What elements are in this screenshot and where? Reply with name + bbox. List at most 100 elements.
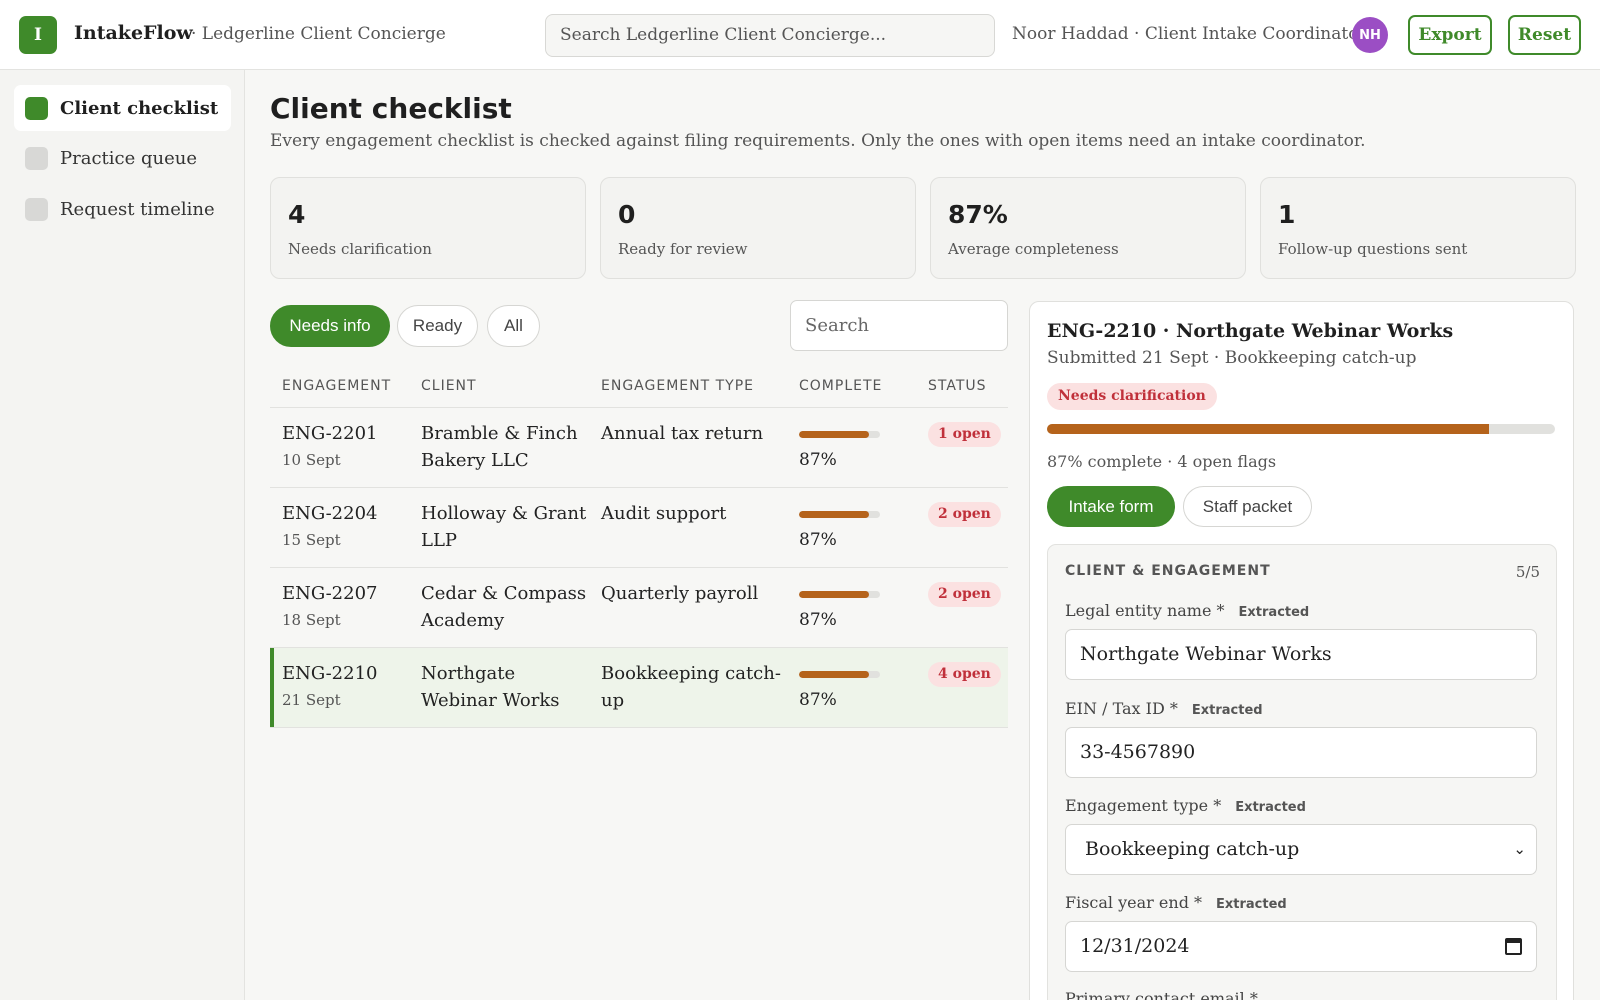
avatar[interactable]: NH xyxy=(1352,17,1388,53)
legal-entity-name-field[interactable]: Northgate Webinar Works xyxy=(1065,629,1537,680)
engagement-date: 18 Sept xyxy=(282,611,341,629)
column-header[interactable]: ENGAGEMENT xyxy=(282,378,391,394)
field-label: Fiscal year end * Extracted xyxy=(1065,893,1287,912)
column-header[interactable]: ENGAGEMENT TYPE xyxy=(601,378,754,394)
top-bar: I IntakeFlow · Ledgerline Client Concier… xyxy=(0,0,1600,70)
chevron-down-icon: ⌄ xyxy=(1513,840,1526,858)
field-label: Primary contact email * xyxy=(1065,989,1258,1000)
client-name-line2: LLP xyxy=(421,530,458,551)
filter-needs-info[interactable]: Needs info xyxy=(270,305,390,347)
table-row-selected[interactable]: ENG-2210 21 Sept Northgate Webinar Works… xyxy=(270,648,1008,728)
stat-card: 0 Ready for review xyxy=(600,177,916,279)
engagement-type-select[interactable]: Bookkeeping catch-up ⌄ xyxy=(1065,824,1537,875)
tab-staff-packet[interactable]: Staff packet xyxy=(1183,486,1312,527)
global-search-input[interactable]: Search Ledgerline Client Concierge... xyxy=(545,14,995,57)
client-name-line2: Bakery LLC xyxy=(421,450,529,471)
status-badge: 2 open xyxy=(928,582,1001,607)
engagement-type-line2: up xyxy=(601,690,625,711)
field-label-text: EIN / Tax ID * xyxy=(1065,699,1178,718)
completeness-fill xyxy=(799,431,870,438)
client-engagement-section: CLIENT & ENGAGEMENT 5/5 Legal entity nam… xyxy=(1047,544,1557,1000)
completeness-label: 87% xyxy=(799,450,837,470)
column-header[interactable]: STATUS xyxy=(928,378,987,394)
stat-label: Needs clarification xyxy=(288,240,432,258)
filter-ready[interactable]: Ready xyxy=(397,305,478,347)
client-name-line2: Webinar Works xyxy=(421,690,560,711)
column-header[interactable]: COMPLETE xyxy=(799,378,882,394)
field-label-text: Legal entity name * xyxy=(1065,601,1225,620)
completeness-bar xyxy=(799,511,880,518)
calendar-icon[interactable] xyxy=(1505,938,1522,955)
engagement-date: 21 Sept xyxy=(282,691,341,709)
field-label: Engagement type * Extracted xyxy=(1065,796,1306,815)
completeness-label: 87% xyxy=(799,690,837,710)
extracted-tag: Extracted xyxy=(1191,703,1263,718)
stat-card: 1 Follow-up questions sent xyxy=(1260,177,1576,279)
sidebar-item-label: Request timeline xyxy=(60,198,215,220)
completeness-fill xyxy=(799,511,870,518)
nav-square-icon xyxy=(25,146,48,170)
detail-panel: ENG-2210 · Northgate Webinar Works Submi… xyxy=(1029,301,1574,1000)
sidebar-item-practice-queue[interactable]: Practice queue xyxy=(14,135,231,181)
workspace-name: · Ledgerline Client Concierge xyxy=(191,24,446,44)
status-badge: 1 open xyxy=(928,422,1001,447)
stat-label: Follow-up questions sent xyxy=(1278,240,1468,258)
completeness-fill xyxy=(799,591,870,598)
engagement-date: 15 Sept xyxy=(282,531,341,549)
field-label-text: Engagement type * xyxy=(1065,796,1222,815)
table-search-input[interactable]: Search xyxy=(790,300,1008,351)
detail-subtitle: Submitted 21 Sept · Bookkeeping catch-up xyxy=(1047,348,1417,368)
nav-square-icon xyxy=(25,96,48,120)
extracted-tag: Extracted xyxy=(1238,605,1310,620)
sidebar-item-client-checklist[interactable]: Client checklist xyxy=(14,85,231,131)
select-value: Bookkeeping catch-up xyxy=(1085,838,1300,860)
app-logo: I xyxy=(19,16,57,54)
engagement-type: Audit support xyxy=(601,503,727,524)
table-row[interactable]: ENG-2207 18 Sept Cedar & Compass Academy… xyxy=(270,568,1008,648)
engagement-id: ENG-2201 xyxy=(282,423,378,444)
engagement-type: Quarterly payroll xyxy=(601,583,759,604)
sidebar-item-request-timeline[interactable]: Request timeline xyxy=(14,186,231,232)
engagement-id: ENG-2210 xyxy=(282,663,378,684)
engagement-id: ENG-2207 xyxy=(282,583,378,604)
sidebar-item-label: Practice queue xyxy=(60,147,197,169)
status-badge: 4 open xyxy=(928,662,1001,687)
page-description: Every engagement checklist is checked ag… xyxy=(270,131,1366,151)
nav-square-icon xyxy=(25,197,48,221)
client-name-line1: Holloway & Grant xyxy=(421,503,587,524)
app-name: IntakeFlow xyxy=(74,22,193,44)
status-badge: Needs clarification xyxy=(1047,383,1217,410)
filter-all[interactable]: All xyxy=(487,305,540,347)
extracted-tag: Extracted xyxy=(1235,800,1306,815)
sidebar: Client checklist Practice queue Request … xyxy=(0,70,245,1000)
field-label: EIN / Tax ID * Extracted xyxy=(1065,699,1263,718)
engagement-id: ENG-2204 xyxy=(282,503,378,524)
detail-progress-fill xyxy=(1047,424,1489,434)
table-row[interactable]: ENG-2204 15 Sept Holloway & Grant LLP Au… xyxy=(270,488,1008,568)
fiscal-year-end-date-field[interactable]: 12/31/2024 xyxy=(1065,921,1537,972)
completeness-bar xyxy=(799,671,880,678)
stat-value: 0 xyxy=(618,200,636,229)
table-row[interactable]: ENG-2201 10 Sept Bramble & Finch Bakery … xyxy=(270,408,1008,488)
engagement-type: Annual tax return xyxy=(601,423,764,444)
field-label-text: Fiscal year end * xyxy=(1065,893,1203,912)
section-count: 5/5 xyxy=(1515,563,1540,581)
completeness-fill xyxy=(799,671,870,678)
status-badge: 2 open xyxy=(928,502,1001,527)
detail-meta: 87% complete · 4 open flags xyxy=(1047,452,1277,471)
engagement-type-line1: Bookkeeping catch- xyxy=(601,663,781,684)
reset-button[interactable]: Reset xyxy=(1508,15,1581,55)
completeness-label: 87% xyxy=(799,530,837,550)
client-name-line1: Cedar & Compass xyxy=(421,583,587,604)
completeness-bar xyxy=(799,431,880,438)
detail-progress-bar xyxy=(1047,424,1555,434)
sidebar-item-label: Client checklist xyxy=(60,97,219,119)
field-label-text: Primary contact email * xyxy=(1065,989,1258,1000)
column-header[interactable]: CLIENT xyxy=(421,378,477,394)
section-title: CLIENT & ENGAGEMENT xyxy=(1065,563,1271,579)
tab-intake-form[interactable]: Intake form xyxy=(1047,486,1175,527)
ein-tax-id-field[interactable]: 33-4567890 xyxy=(1065,727,1537,778)
export-button[interactable]: Export xyxy=(1408,15,1492,55)
row-divider xyxy=(270,727,1008,728)
extracted-tag: Extracted xyxy=(1216,897,1287,912)
